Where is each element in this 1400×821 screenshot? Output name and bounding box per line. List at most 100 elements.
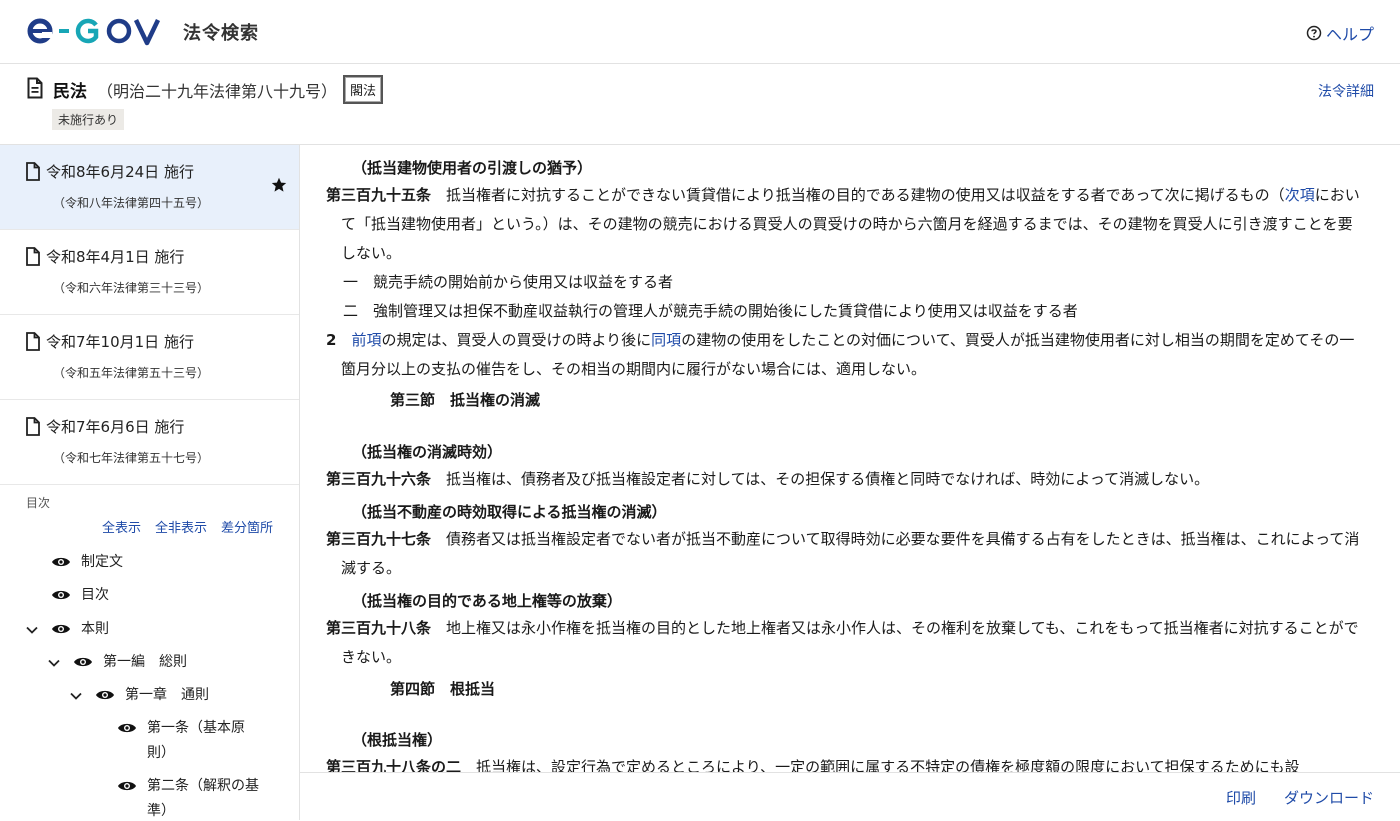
toc-item-label[interactable]: 制定文	[81, 550, 123, 575]
paragraph-number: 2	[326, 331, 337, 349]
toc-item-label[interactable]: 本則	[81, 617, 109, 642]
article-paragraph: 第三百九十七条 債務者又は抵当権設定者でない者が抵当不動産について取得時効に必要…	[326, 525, 1366, 583]
toc-item-label-line1[interactable]: 第二条（解釈の基	[147, 778, 259, 794]
app-title: 法令検索	[183, 23, 259, 44]
article-number: 第三百九十七条	[326, 530, 432, 548]
toc-item-label[interactable]: 第一条（基本原 則）	[147, 716, 245, 766]
help-label[interactable]: ヘルプ	[1326, 21, 1374, 45]
article-caption: （抵当不動産の時効取得による抵当権の消滅）	[352, 503, 667, 521]
eye-icon[interactable]	[51, 588, 71, 602]
article-number: 第三百九十六条	[326, 470, 432, 488]
version-law: （令和五年法律第五十三号）	[53, 366, 210, 380]
toc-item[interactable]: 第二条（解釈の基 準）	[117, 774, 259, 820]
egov-logo[interactable]	[26, 15, 171, 47]
version-law: （令和八年法律第四十五号）	[53, 196, 210, 210]
article-caption: （抵当建物使用者の引渡しの猶予）	[352, 159, 593, 177]
document-icon	[26, 247, 40, 266]
version-law: （令和七年法律第五十七号）	[53, 451, 210, 465]
toc-item-label-line1[interactable]: 第一条（基本原	[147, 720, 245, 736]
eye-icon[interactable]	[117, 779, 137, 793]
item-text: 競売手続の開始前から使用又は収益をする者	[373, 273, 674, 291]
toc-item[interactable]: 第一章 通則	[69, 683, 209, 708]
law-title: 民法	[53, 82, 87, 102]
top-header: 法令検索 ヘルプ	[0, 0, 1400, 64]
content-footer: 印刷 ダウンロード	[300, 772, 1400, 821]
section-title: 第三節 抵当権の消滅	[390, 391, 541, 409]
toc-actions: 全表示 全非表示 差分箇所	[102, 517, 273, 536]
help-link[interactable]: ヘルプ	[1306, 21, 1374, 45]
toc-item[interactable]: 制定文	[51, 550, 123, 575]
article-paragraph: 第三百九十五条 抵当権者に対抗することができない賃貸借により抵当権の目的である建…	[326, 181, 1366, 268]
chevron-down-icon[interactable]	[47, 656, 61, 670]
article-text: 地上権又は永小作権を抵当権の目的とした地上権者又は永小作人は、その権利を放棄して…	[341, 619, 1359, 666]
law-detail-link[interactable]: 法令詳細	[1318, 81, 1374, 101]
show-all-link[interactable]: 全表示	[102, 517, 141, 536]
star-icon[interactable]	[271, 177, 287, 193]
article-text: 債務者又は抵当権設定者でない者が抵当不動産について取得時効に必要な要件を具備する…	[341, 530, 1360, 577]
article-396: （抵当権の消滅時効） 第三百九十六条 抵当権は、債務者及び抵当権設定者に対しては…	[326, 439, 1366, 494]
article-text: 抵当権は、債務者及び抵当権設定者に対しては、その担保する債権と同時でなければ、時…	[446, 470, 1210, 488]
article-398-2: （根抵当権） 第三百九十八条の二 抵当権は、設定行為で定めるところにより、一定の…	[326, 727, 1366, 772]
article-paragraph: 第三百九十八条の二 抵当権は、設定行為で定めるところにより、一定の範囲に属する不…	[326, 753, 1366, 772]
version-law: （令和六年法律第三十三号）	[53, 281, 210, 295]
toc-item-label[interactable]: 第一編 総則	[103, 650, 187, 675]
document-icon	[27, 77, 43, 99]
download-link[interactable]: ダウンロード	[1284, 787, 1374, 808]
toc-item-label[interactable]: 第一章 通則	[125, 683, 209, 708]
toc-item-label[interactable]: 第二条（解釈の基 準）	[147, 774, 259, 820]
footer-actions: 印刷 ダウンロード	[1226, 787, 1374, 808]
law-header: 民法 （明治二十九年法律第八十九号） 閣法 未施行あり 法令詳細	[0, 64, 1400, 145]
document-icon	[26, 162, 40, 181]
eye-icon[interactable]	[117, 721, 137, 735]
item-text: 強制管理又は担保不動産収益執行の管理人が競売手続の開始後にした賃貸借により使用又…	[373, 302, 1078, 320]
toc-item-label[interactable]: 目次	[81, 583, 109, 608]
sidebar: 令和8年6月24日 施行 （令和八年法律第四十五号） 令和8年4月1日 施行 （…	[0, 145, 300, 820]
article-number: 第三百九十八条の二	[326, 758, 462, 772]
version-date[interactable]: 令和8年4月1日 施行	[46, 246, 184, 267]
version-item[interactable]: 令和7年10月1日 施行 （令和五年法律第五十三号）	[0, 315, 299, 400]
eye-icon[interactable]	[51, 555, 71, 569]
article-item: 一 競売手続の開始前から使用又は収益をする者	[326, 268, 1366, 297]
toc-item-label-line2[interactable]: 準）	[147, 803, 175, 819]
eye-icon[interactable]	[73, 655, 93, 669]
section-title: 第四節 根抵当	[390, 680, 496, 698]
chevron-down-icon[interactable]	[69, 689, 83, 703]
version-item[interactable]: 令和8年6月24日 施行 （令和八年法律第四十五号）	[0, 145, 299, 230]
law-content: （抵当建物使用者の引渡しの猶予） 第三百九十五条 抵当権者に対抗することができな…	[300, 145, 1400, 772]
version-date[interactable]: 令和7年10月1日 施行	[46, 331, 194, 352]
item-number: 二	[343, 302, 359, 320]
toc-item-label-line2[interactable]: 則）	[147, 745, 175, 761]
article-397: （抵当不動産の時効取得による抵当権の消滅） 第三百九十七条 債務者又は抵当権設定…	[326, 499, 1366, 583]
hide-all-link[interactable]: 全非表示	[155, 517, 207, 536]
version-item[interactable]: 令和7年6月6日 施行 （令和七年法律第五十七号）	[0, 400, 299, 485]
toc-item[interactable]: 目次	[51, 583, 109, 608]
print-link[interactable]: 印刷	[1226, 787, 1256, 808]
law-number: （明治二十九年法律第八十九号）	[97, 82, 338, 101]
item-number: 一	[343, 273, 359, 291]
article-number: 第三百九十五条	[326, 186, 432, 204]
article-caption: （抵当権の目的である地上権等の放棄）	[352, 592, 622, 610]
help-icon	[1306, 25, 1322, 41]
article-paragraph: 2 前項の規定は、買受人の買受けの時より後に同項の建物の使用をしたことの対価につ…	[326, 326, 1366, 384]
article-395: （抵当建物使用者の引渡しの猶予） 第三百九十五条 抵当権者に対抗することができな…	[326, 155, 1366, 384]
article-caption: （抵当権の消滅時効）	[352, 443, 503, 461]
version-date[interactable]: 令和7年6月6日 施行	[46, 416, 184, 437]
article-text: 抵当権者に対抗することができない賃貸借により抵当権の目的である建物の使用又は収益…	[446, 186, 1285, 204]
version-date[interactable]: 令和8年6月24日 施行	[46, 161, 194, 182]
document-icon	[26, 332, 40, 351]
version-item[interactable]: 令和8年4月1日 施行 （令和六年法律第三十三号）	[0, 230, 299, 315]
section-heading: 第四節 根抵当	[326, 675, 1366, 704]
reference-link[interactable]: 次項	[1285, 186, 1315, 204]
section-heading: 第三節 抵当権の消滅	[326, 386, 1366, 415]
toc-item[interactable]: 第一編 総則	[47, 650, 187, 675]
eye-icon[interactable]	[95, 688, 115, 702]
article-paragraph: 第三百九十六条 抵当権は、債務者及び抵当権設定者に対しては、その担保する債権と同…	[326, 465, 1366, 494]
toc-item[interactable]: 本則	[25, 617, 109, 642]
toc-item[interactable]: 第一条（基本原 則）	[117, 716, 245, 766]
diff-link[interactable]: 差分箇所	[221, 517, 273, 536]
toc-label: 目次	[26, 496, 51, 510]
eye-icon[interactable]	[51, 622, 71, 636]
reference-link[interactable]: 同項	[651, 331, 681, 349]
chevron-down-icon[interactable]	[25, 623, 39, 637]
reference-link[interactable]: 前項	[351, 331, 381, 349]
